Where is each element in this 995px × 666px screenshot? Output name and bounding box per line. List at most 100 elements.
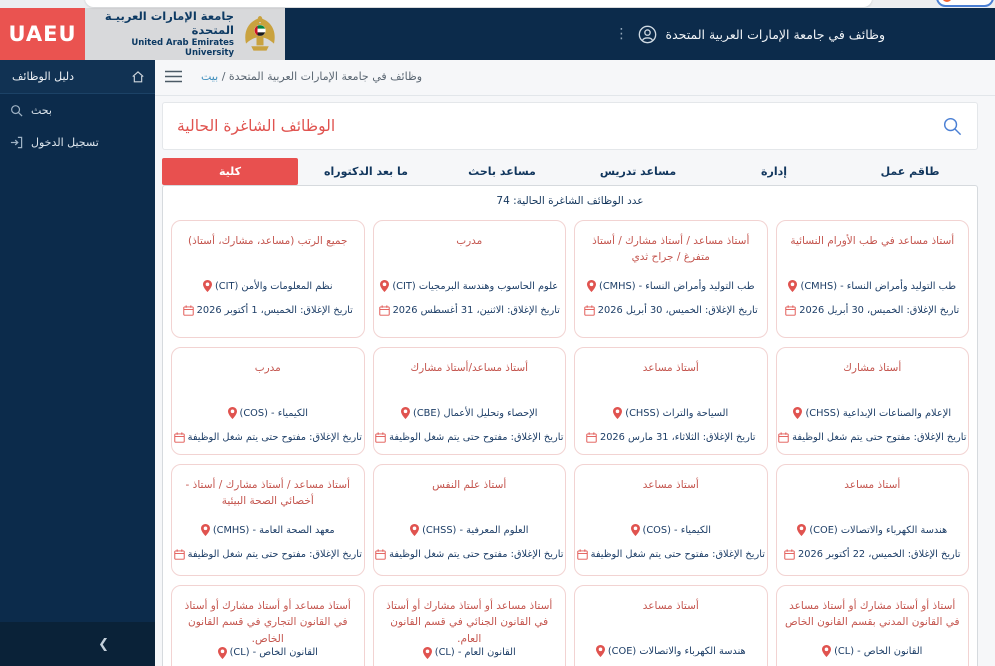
calendar-icon <box>173 549 185 560</box>
jobs-panel: عدد الوظائف الشاغرة الحالية: 74 أستاذ مس… <box>162 185 978 666</box>
job-card[interactable]: أستاذ مساعد / أستاذ مشارك / أستاذ متفرغ … <box>574 220 768 338</box>
job-card[interactable]: أستاذ مساعد الكيمياء - (COS) تاريخ الإغل… <box>574 464 768 576</box>
location-pin-icon <box>380 280 390 292</box>
job-closing-line: تاريخ الإغلاق: الخميس، 30 أبريل 2026 <box>584 305 758 316</box>
job-title: أستاذ مساعد <box>642 479 699 491</box>
job-closing-line: تاريخ الإغلاق: مفتوح حتى يتم شغل الوظيفة <box>375 549 563 560</box>
job-department-line: العلوم المعرفية - (CHSS) <box>410 524 528 536</box>
job-closing-line: تاريخ الإغلاق: مفتوح حتى يتم شغل الوظيفة <box>778 432 966 443</box>
sidebar-item-login[interactable]: تسجيل الدخول <box>0 126 155 158</box>
search-icon <box>10 104 23 117</box>
job-department-line: الكيمياء - (COS) <box>227 407 308 419</box>
job-card[interactable]: جميع الرتب (مساعد، مشارك، أستاذ) نظم الم… <box>171 220 365 338</box>
job-title: مدرب <box>456 235 483 247</box>
tab-1[interactable]: إدارة <box>706 158 842 185</box>
job-card[interactable]: أستاذ مساعد في طب الأورام النسائية طب ال… <box>775 220 969 338</box>
job-closing-date: تاريخ الإغلاق: الخميس، 30 أبريل 2026 <box>799 305 960 316</box>
job-card[interactable]: مدرب علوم الحاسوب وهندسة البرمجيات (CIT)… <box>372 220 566 338</box>
user-account-icon[interactable] <box>638 25 657 44</box>
calendar-icon <box>778 432 789 443</box>
login-icon <box>10 136 23 149</box>
job-title: أستاذ أو أستاذ مشارك أو أستاذ مساعد في ا… <box>784 600 960 629</box>
calendar-icon <box>375 432 386 443</box>
tab-0[interactable]: طاقم عمل <box>842 158 978 185</box>
tab-3[interactable]: مساعد باحث <box>434 158 570 185</box>
location-pin-icon <box>400 407 410 419</box>
job-closing-line: تاريخ الإغلاق: الثلاثاء، 31 مارس 2026 <box>586 432 756 443</box>
job-department-line: هندسة الكهرباء والاتصالات (COE) <box>797 524 947 536</box>
search-jobs-icon[interactable] <box>942 116 963 137</box>
header-bar: UAEU جامعة الإمارات العربيـة المتحدة Uni… <box>0 8 995 60</box>
job-card[interactable]: أستاذ علم النفس العلوم المعرفية - (CHSS)… <box>372 464 566 576</box>
hamburger-menu-icon[interactable] <box>165 70 182 83</box>
tab-label: مساعد تدريس <box>599 165 677 178</box>
job-title: أستاذ مساعد / أستاذ مشارك / أستاذ متفرغ … <box>592 235 750 264</box>
job-closing-date: تاريخ الإغلاق: مفتوح حتى يتم شغل الوظيفة <box>389 432 564 443</box>
job-card[interactable]: أستاذ مساعد أو أستاذ مشارك أو أستاذ في ا… <box>372 585 566 666</box>
tab-4[interactable]: ما بعد الدكتوراه <box>298 158 434 185</box>
extension-dot-icon <box>942 0 952 2</box>
tab-label: إدارة <box>761 165 788 178</box>
job-department-line: معهد الصحة العامة - (CMHS) <box>200 524 335 536</box>
job-card[interactable]: أستاذ مشارك الإعلام والصناعات الإبداعية … <box>775 347 969 455</box>
job-department: العلوم المعرفية - (CHSS) <box>422 524 529 536</box>
job-closing-date: تاريخ الإغلاق: الخميس، 22 أكتوبر 2026 <box>798 549 961 560</box>
sidebar-collapse-bar[interactable]: ❮ <box>0 622 155 666</box>
job-card[interactable]: أستاذ مساعد هندسة الكهرباء والاتصالات (C… <box>574 585 768 666</box>
breadcrumb-strip: وظائف في جامعة الإمارات العربية المتحدة … <box>155 60 995 96</box>
tab-2[interactable]: مساعد تدريس <box>570 158 706 185</box>
location-pin-icon <box>202 280 212 292</box>
job-department: طب التوليد وأمراض النساء - (CMHS) <box>598 280 755 292</box>
job-closing-date: تاريخ الإغلاق: مفتوح حتى يتم شغل الوظيفة <box>187 432 362 443</box>
job-department: معهد الصحة العامة - (CMHS) <box>212 524 335 536</box>
sidebar: دليل الوظائف بحث تسجيل الدخول ❮ <box>0 60 155 666</box>
job-card[interactable]: أستاذ مساعد السياحة والتراث (CHSS) تاريخ… <box>574 347 768 455</box>
home-icon <box>131 70 145 84</box>
job-department: علوم الحاسوب وهندسة البرمجيات (CIT) <box>392 280 559 292</box>
breadcrumb-home-link[interactable]: بيت <box>201 70 218 83</box>
job-card[interactable]: أستاذ أو أستاذ مشارك أو أستاذ مساعد في ا… <box>775 585 969 666</box>
sidebar-brand-label: دليل الوظائف <box>12 70 75 83</box>
job-department: الكيمياء - (COS) <box>239 407 308 419</box>
uae-falcon-emblem-icon <box>239 13 281 55</box>
job-department-line: الكيمياء - (COS) <box>630 524 711 536</box>
job-department-line: طب التوليد وأمراض النساء - (CMHS) <box>788 280 956 292</box>
university-brand[interactable]: جامعة الإمارات العربيـة المتحدة United A… <box>85 8 285 60</box>
job-card[interactable]: أستاذ مساعد / أستاذ مشارك / أستاذ - أخصا… <box>171 464 365 576</box>
sidebar-brand-jobs-guide[interactable]: دليل الوظائف <box>0 60 155 94</box>
job-department-line: الإحصاء وتحليل الأعمال (CBE) <box>400 407 538 419</box>
browser-extension-pill <box>936 0 994 7</box>
job-department-line: القانون العام - (CL) <box>422 646 516 659</box>
job-card[interactable]: أستاذ مساعد أو أستاذ مشارك أو أستاذ في ا… <box>171 585 365 666</box>
location-pin-icon <box>613 407 623 419</box>
job-card[interactable]: أستاذ مساعد هندسة الكهرباء والاتصالات (C… <box>775 464 969 576</box>
job-department-line: طب التوليد وأمراض النساء - (CMHS) <box>586 280 755 292</box>
calendar-icon <box>173 432 185 443</box>
university-names: جامعة الإمارات العربيـة المتحدة United A… <box>91 9 234 59</box>
job-closing-date: تاريخ الإغلاق: مفتوح حتى يتم شغل الوظيفة <box>389 549 564 560</box>
location-pin-icon <box>793 407 803 419</box>
job-card[interactable]: أستاذ مساعد/أستاذ مشارك الإحصاء وتحليل ا… <box>372 347 566 455</box>
location-pin-icon <box>227 407 237 419</box>
sidebar-item-label: بحث <box>31 103 52 117</box>
job-card[interactable]: مدرب الكيمياء - (COS) تاريخ الإغلاق: مفت… <box>171 347 365 455</box>
job-department-line: نظم المعلومات والأمن (CIT) <box>202 280 333 292</box>
job-closing-line: تاريخ الإغلاق: الاثنين، 31 أغسطس 2026 <box>378 305 560 316</box>
job-department-line: القانون الخاص - (CL) <box>822 645 922 657</box>
job-title: أستاذ مساعد/أستاذ مشارك <box>410 362 529 374</box>
job-title: أستاذ علم النفس <box>432 479 507 491</box>
browser-bar <box>85 0 872 7</box>
job-closing-line: تاريخ الإغلاق: مفتوح حتى يتم شغل الوظيفة <box>173 549 362 560</box>
location-pin-icon <box>410 524 420 536</box>
tab-5[interactable]: كلية <box>162 158 298 185</box>
sidebar-item-label: تسجيل الدخول <box>31 135 99 149</box>
jobs-grid: أستاذ مساعد في طب الأورام النسائية طب ال… <box>163 216 977 666</box>
kebab-menu-icon[interactable]: ⋮ <box>615 27 629 41</box>
location-pin-icon <box>630 524 640 536</box>
job-department: القانون العام - (CL) <box>434 647 516 659</box>
tab-label: ما بعد الدكتوراه <box>324 165 408 178</box>
tab-label: كلية <box>218 165 242 178</box>
uaeu-logo[interactable]: UAEU <box>0 8 85 60</box>
job-closing-line: تاريخ الإغلاق: الخميس، 30 أبريل 2026 <box>785 305 959 316</box>
sidebar-item-search[interactable]: بحث <box>0 94 155 126</box>
